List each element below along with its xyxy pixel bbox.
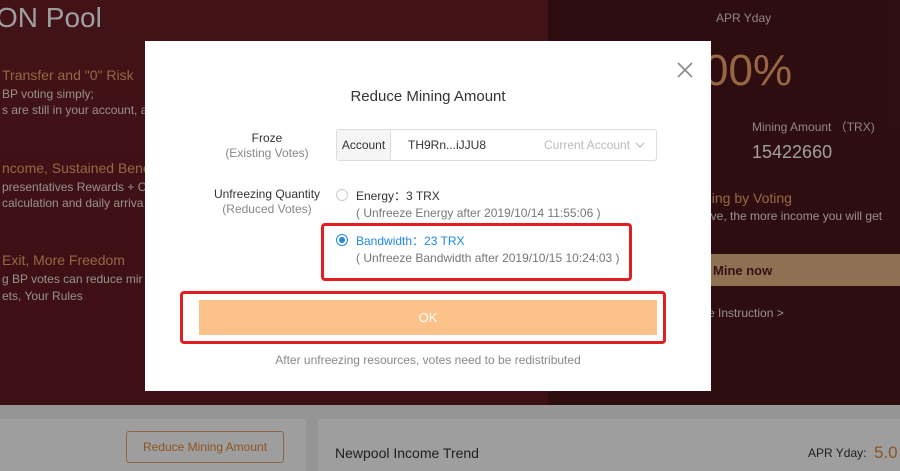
froze-label: Froze	[251, 131, 283, 145]
chevron-down-icon	[635, 142, 645, 148]
energy-option-note: ( Unfreeze Energy after 2019/10/14 11:55…	[356, 206, 601, 220]
unfreeze-sub-label: (Reduced Votes)	[222, 202, 312, 216]
account-label: Account	[337, 130, 391, 160]
account-selector[interactable]: Current Account	[544, 130, 630, 160]
unfreeze-label: Unfreezing Quantity	[213, 187, 321, 201]
energy-option-label[interactable]: Energy：3 TRX	[356, 187, 440, 204]
energy-radio[interactable]	[336, 189, 348, 201]
close-icon[interactable]	[674, 59, 696, 81]
highlight-frame	[321, 223, 632, 281]
account-value: TH9Rn...iJJU8	[408, 138, 487, 152]
froze-sub-label: (Existing Votes)	[225, 146, 309, 160]
account-select[interactable]: Account TH9Rn...iJJU8 Current Account	[336, 129, 657, 161]
redistribute-hint: After unfreezing resources, votes need t…	[275, 353, 581, 367]
dialog-title: Reduce Mining Amount	[350, 88, 506, 105]
highlight-frame	[180, 291, 666, 344]
